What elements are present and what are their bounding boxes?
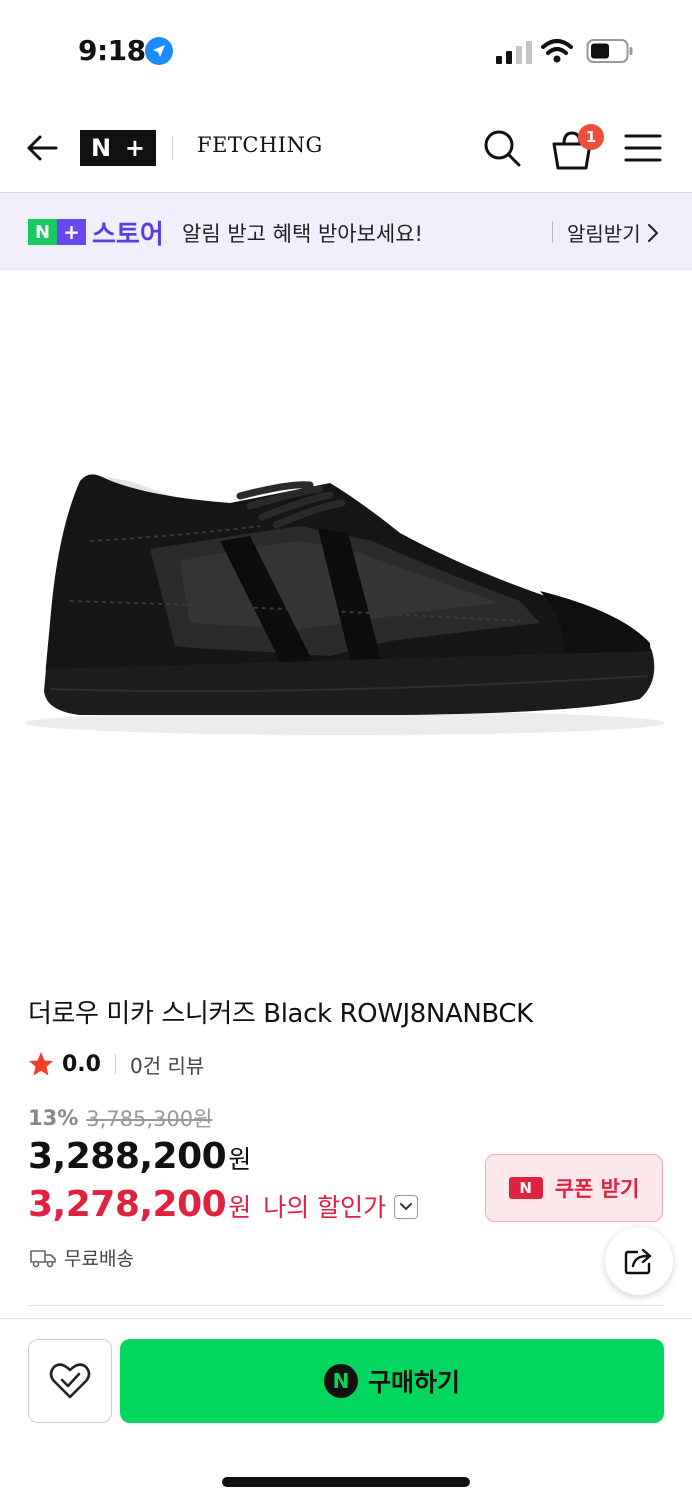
shipping-label: 무료배송 [64,1248,134,1270]
my-discount-price: 3,278,200 원 나의 할인가 [28,1184,419,1225]
my-price-label: 나의 할인가 [263,1193,387,1222]
share-icon [624,1248,652,1275]
star-icon [29,1052,53,1076]
product-title: 더로우 미카 스니커즈 Black ROWJ8NANBCK [28,999,533,1029]
battery-icon [586,39,633,63]
rating-row[interactable]: 0.0 0건 리뷰 [28,1050,204,1078]
truck-icon [30,1249,56,1267]
my-price-unit: 원 [228,1193,252,1222]
logo-plus: + [124,134,146,162]
review-count[interactable]: 0건 리뷰 [130,1050,204,1079]
cart-button[interactable]: 1 [550,124,606,172]
rating-score: 0.0 [62,1051,101,1077]
cart-count-badge: 1 [578,124,604,150]
heart-check-icon [49,1363,91,1399]
location-arrow-icon [145,37,173,65]
header: N + FETCHING 1 [0,100,692,192]
naver-plus-store-logo: N + [28,219,86,245]
status-time: 9:18 [78,34,146,67]
share-button[interactable] [605,1227,673,1295]
discount-percent: 13% [28,1106,79,1130]
coupon-label: 쿠폰 받기 [554,1177,640,1201]
wishlist-button[interactable] [28,1339,112,1423]
shipping-info: 무료배송 [30,1244,134,1271]
original-price: 3,785,300원 [86,1107,213,1131]
buy-button[interactable]: N 구매하기 [120,1339,664,1423]
rating-divider [114,1054,116,1074]
promo-divider [552,221,553,243]
wifi-icon [541,39,573,63]
promo-text: 알림 받고 혜택 받아보세요! [182,222,423,246]
alert-subscribe-label: 알림받기 [567,222,641,246]
bottom-action-bar: N 구매하기 [0,1318,692,1500]
search-icon[interactable] [482,128,522,168]
naver-plus-logo[interactable]: N + [80,130,156,166]
store-alert-banner: N + 스토어 알림 받고 혜택 받아보세요! 알림받기 [0,192,692,270]
product-image[interactable] [0,271,692,961]
my-price-value: 3,278,200 [28,1184,227,1225]
promo-store-word: 스토어 [92,220,164,250]
coupon-n-icon: N [508,1177,543,1199]
header-divider [172,136,173,160]
promo-logo-plus: + [57,219,86,245]
sale-price-unit: 원 [228,1145,252,1174]
promo-logo-n: N [28,219,57,245]
chevron-down-icon [400,1202,413,1210]
status-bar: 9:18 [0,0,692,100]
back-arrow-icon[interactable] [24,130,60,166]
discount-row: 13% 3,785,300원 [28,1103,212,1133]
home-indicator[interactable] [222,1477,470,1487]
coupon-button[interactable]: N 쿠폰 받기 [485,1154,663,1222]
logo-n: N [90,134,112,162]
hamburger-menu-icon[interactable] [624,132,662,164]
sale-price: 3,288,200 원 [28,1136,251,1177]
chevron-right-icon [647,223,658,242]
signal-icon [496,41,532,64]
buy-label: 구매하기 [367,1368,460,1397]
alert-subscribe-button[interactable]: 알림받기 [567,218,659,247]
store-name[interactable]: FETCHING [197,133,323,157]
sale-price-value: 3,288,200 [28,1136,227,1177]
content-divider [28,1305,664,1306]
my-price-toggle[interactable] [394,1194,419,1219]
naver-pay-icon: N [323,1364,358,1398]
